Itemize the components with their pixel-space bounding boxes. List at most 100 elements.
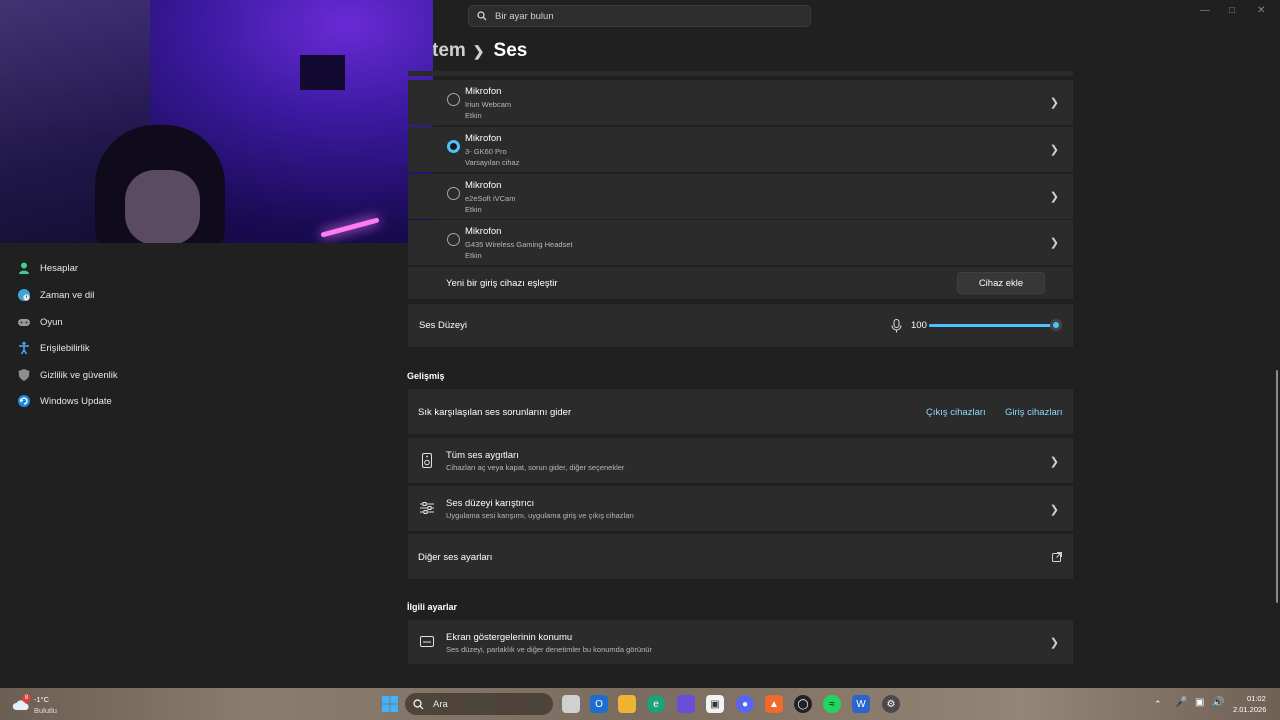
device-title: Mikrofon — [465, 133, 502, 144]
output-devices-link[interactable]: Çıkış cihazları — [926, 407, 986, 418]
volume-tray-icon[interactable]: 🔊 — [1212, 697, 1224, 708]
edge-icon[interactable]: e — [647, 695, 665, 713]
microphone-tray-icon[interactable]: 🎤 — [1175, 697, 1187, 708]
more-sound-settings-label: Diğer ses ayarları — [418, 552, 493, 563]
troubleshoot-label: Sık karşılaşılan ses sorunlarını gider — [418, 407, 572, 418]
sidebar-item-label: Gizlilik ve güvenlik — [40, 369, 118, 381]
device-radio[interactable] — [447, 233, 460, 246]
device-status: Etkin — [465, 111, 482, 120]
device-status: Etkin — [465, 251, 482, 260]
accessibility-icon — [16, 340, 32, 356]
obs-icon[interactable]: ◯ — [794, 695, 812, 713]
input-device-row[interactable]: Mikrofon Iriun Webcam Etkin ❯ — [408, 80, 1073, 125]
device-name: G435 Wireless Gaming Headset — [465, 240, 573, 249]
volume-slider-track[interactable] — [929, 324, 1056, 327]
input-device-row[interactable]: Mikrofon G435 Wireless Gaming Headset Et… — [408, 220, 1073, 265]
chevron-up-icon[interactable]: ⌃ — [1154, 699, 1162, 710]
chevron-right-icon: ❯ — [1049, 237, 1059, 249]
start-button[interactable] — [381, 695, 399, 713]
volume-value: 100 — [911, 320, 927, 331]
section-title-related: İlgili ayarlar — [407, 602, 458, 612]
chevron-right-icon: ❯ — [1049, 191, 1059, 203]
clock-time[interactable]: 01:02 — [1247, 694, 1266, 703]
outlook-icon[interactable]: O — [590, 695, 608, 713]
settings-gear-icon[interactable]: ⚙ — [882, 695, 900, 713]
device-radio[interactable] — [447, 187, 460, 200]
sidebar-item-gaming[interactable]: Oyun — [16, 311, 63, 333]
input-device-row[interactable]: Mikrofon 3- GK60 Pro Varsayılan cihaz ❯ — [408, 127, 1073, 172]
device-title: Mikrofon — [465, 226, 502, 237]
settings-search-box[interactable]: Bir ayar bulun — [468, 5, 811, 27]
section-title-advanced: Gelişmiş — [407, 371, 445, 381]
weather-temp: -1°C — [34, 695, 50, 704]
maximize-button[interactable]: □ — [1229, 5, 1235, 16]
m365-icon[interactable] — [677, 695, 695, 713]
speaker-device-icon — [422, 453, 432, 468]
minimize-button[interactable]: — — [1200, 5, 1210, 16]
file-explorer-icon[interactable] — [618, 695, 636, 713]
chevron-right-icon: ❯ — [1049, 637, 1059, 649]
sidebar-item-label: Windows Update — [40, 395, 112, 407]
sidebar-item-time-language[interactable]: Zaman ve dil — [16, 284, 94, 306]
all-devices-subtitle: Cihazları aç veya kapat, sorun gider, di… — [446, 463, 625, 472]
chevron-right-icon: ❯ — [1049, 456, 1059, 468]
volume-label: Ses Düzeyi — [419, 320, 468, 331]
page-title: Ses — [493, 40, 528, 61]
all-sound-devices-row[interactable]: Tüm ses aygıtları Cihazları aç veya kapa… — [408, 438, 1073, 483]
close-button[interactable]: ✕ — [1257, 5, 1265, 16]
device-name: e2eSoft iVCam — [465, 194, 516, 203]
osd-title: Ekran göstergelerinin konumu — [446, 632, 573, 643]
device-status: Varsayılan cihaz — [465, 158, 520, 167]
volume-mixer-row[interactable]: Ses düzeyi karıştırıcı Uygulama sesi kar… — [408, 486, 1073, 531]
webcam-overlay — [0, 0, 433, 243]
search-input[interactable]: Bir ayar bulun — [495, 11, 554, 22]
more-sound-settings-row[interactable]: Diğer ses ayarları — [408, 534, 1073, 579]
taskbar-search[interactable]: Ara — [405, 693, 553, 715]
clock-date[interactable]: 2.01.2026 — [1233, 705, 1266, 714]
store-icon[interactable]: ▣ — [706, 695, 724, 713]
osd-subtitle: Ses düzeyi, parlaklık ve diğer denetimle… — [446, 645, 652, 654]
mixer-title: Ses düzeyi karıştırıcı — [446, 498, 535, 509]
discord-icon[interactable]: ● — [736, 695, 754, 713]
device-title: Mikrofon — [465, 86, 502, 97]
sidebar-item-privacy[interactable]: Gizlilik ve güvenlik — [16, 364, 118, 386]
sidebar-item-label: Erişilebilirlik — [40, 342, 90, 354]
search-icon — [413, 698, 424, 709]
pair-device-row: Yeni bir giriş cihazı eşleştir Cihaz ekl… — [408, 267, 1073, 299]
breadcrumb-parent[interactable]: tem — [432, 40, 466, 62]
gamepad-icon — [16, 314, 32, 330]
brave-icon[interactable]: ▲ — [765, 695, 783, 713]
account-icon — [16, 260, 32, 276]
add-device-button[interactable]: Cihaz ekle — [957, 272, 1045, 294]
sidebar-item-accessibility[interactable]: Erişilebilirlik — [16, 337, 90, 359]
pair-device-label: Yeni bir giriş cihazı eşleştir — [446, 278, 558, 289]
sidebar-item-accounts[interactable]: Hesaplar — [16, 257, 78, 279]
windows-logo-icon — [382, 696, 398, 712]
volume-slider-thumb[interactable] — [1050, 319, 1062, 331]
globe-clock-icon — [16, 287, 32, 303]
microphone-icon[interactable] — [891, 319, 902, 333]
breadcrumb: tem ❯ Ses — [432, 40, 527, 62]
taskbar: 8 -1°C Bulutlu Ara O e ▣ ● ▲ ◯ ≈ W ⚙ ⌃ 🎤… — [0, 688, 1280, 720]
sidebar-item-label: Oyun — [40, 316, 63, 328]
input-devices-link[interactable]: Giriş cihazları — [1005, 407, 1063, 418]
update-icon — [16, 393, 32, 409]
device-radio-selected[interactable] — [447, 140, 460, 153]
weather-badge: 8 — [22, 694, 31, 703]
osd-position-row[interactable]: Ekran göstergelerinin konumu Ses düzeyi,… — [408, 620, 1073, 664]
sidebar-item-windows-update[interactable]: Windows Update — [16, 390, 112, 412]
task-view-icon[interactable] — [562, 695, 580, 713]
network-icon[interactable]: ▣ — [1195, 697, 1204, 708]
device-name: 3- GK60 Pro — [465, 147, 507, 156]
troubleshoot-row: Sık karşılaşılan ses sorunlarını gider Ç… — [408, 389, 1073, 434]
device-radio[interactable] — [447, 93, 460, 106]
all-devices-title: Tüm ses aygıtları — [446, 450, 519, 461]
chevron-right-icon: ❯ — [472, 42, 485, 59]
word-icon[interactable]: W — [852, 695, 870, 713]
shield-icon — [16, 367, 32, 383]
spotify-icon[interactable]: ≈ — [823, 695, 841, 713]
chevron-right-icon: ❯ — [1049, 97, 1059, 109]
page-scrollbar[interactable] — [1276, 370, 1278, 603]
display-osd-icon — [420, 636, 434, 647]
input-device-row[interactable]: Mikrofon e2eSoft iVCam Etkin ❯ — [408, 174, 1073, 219]
